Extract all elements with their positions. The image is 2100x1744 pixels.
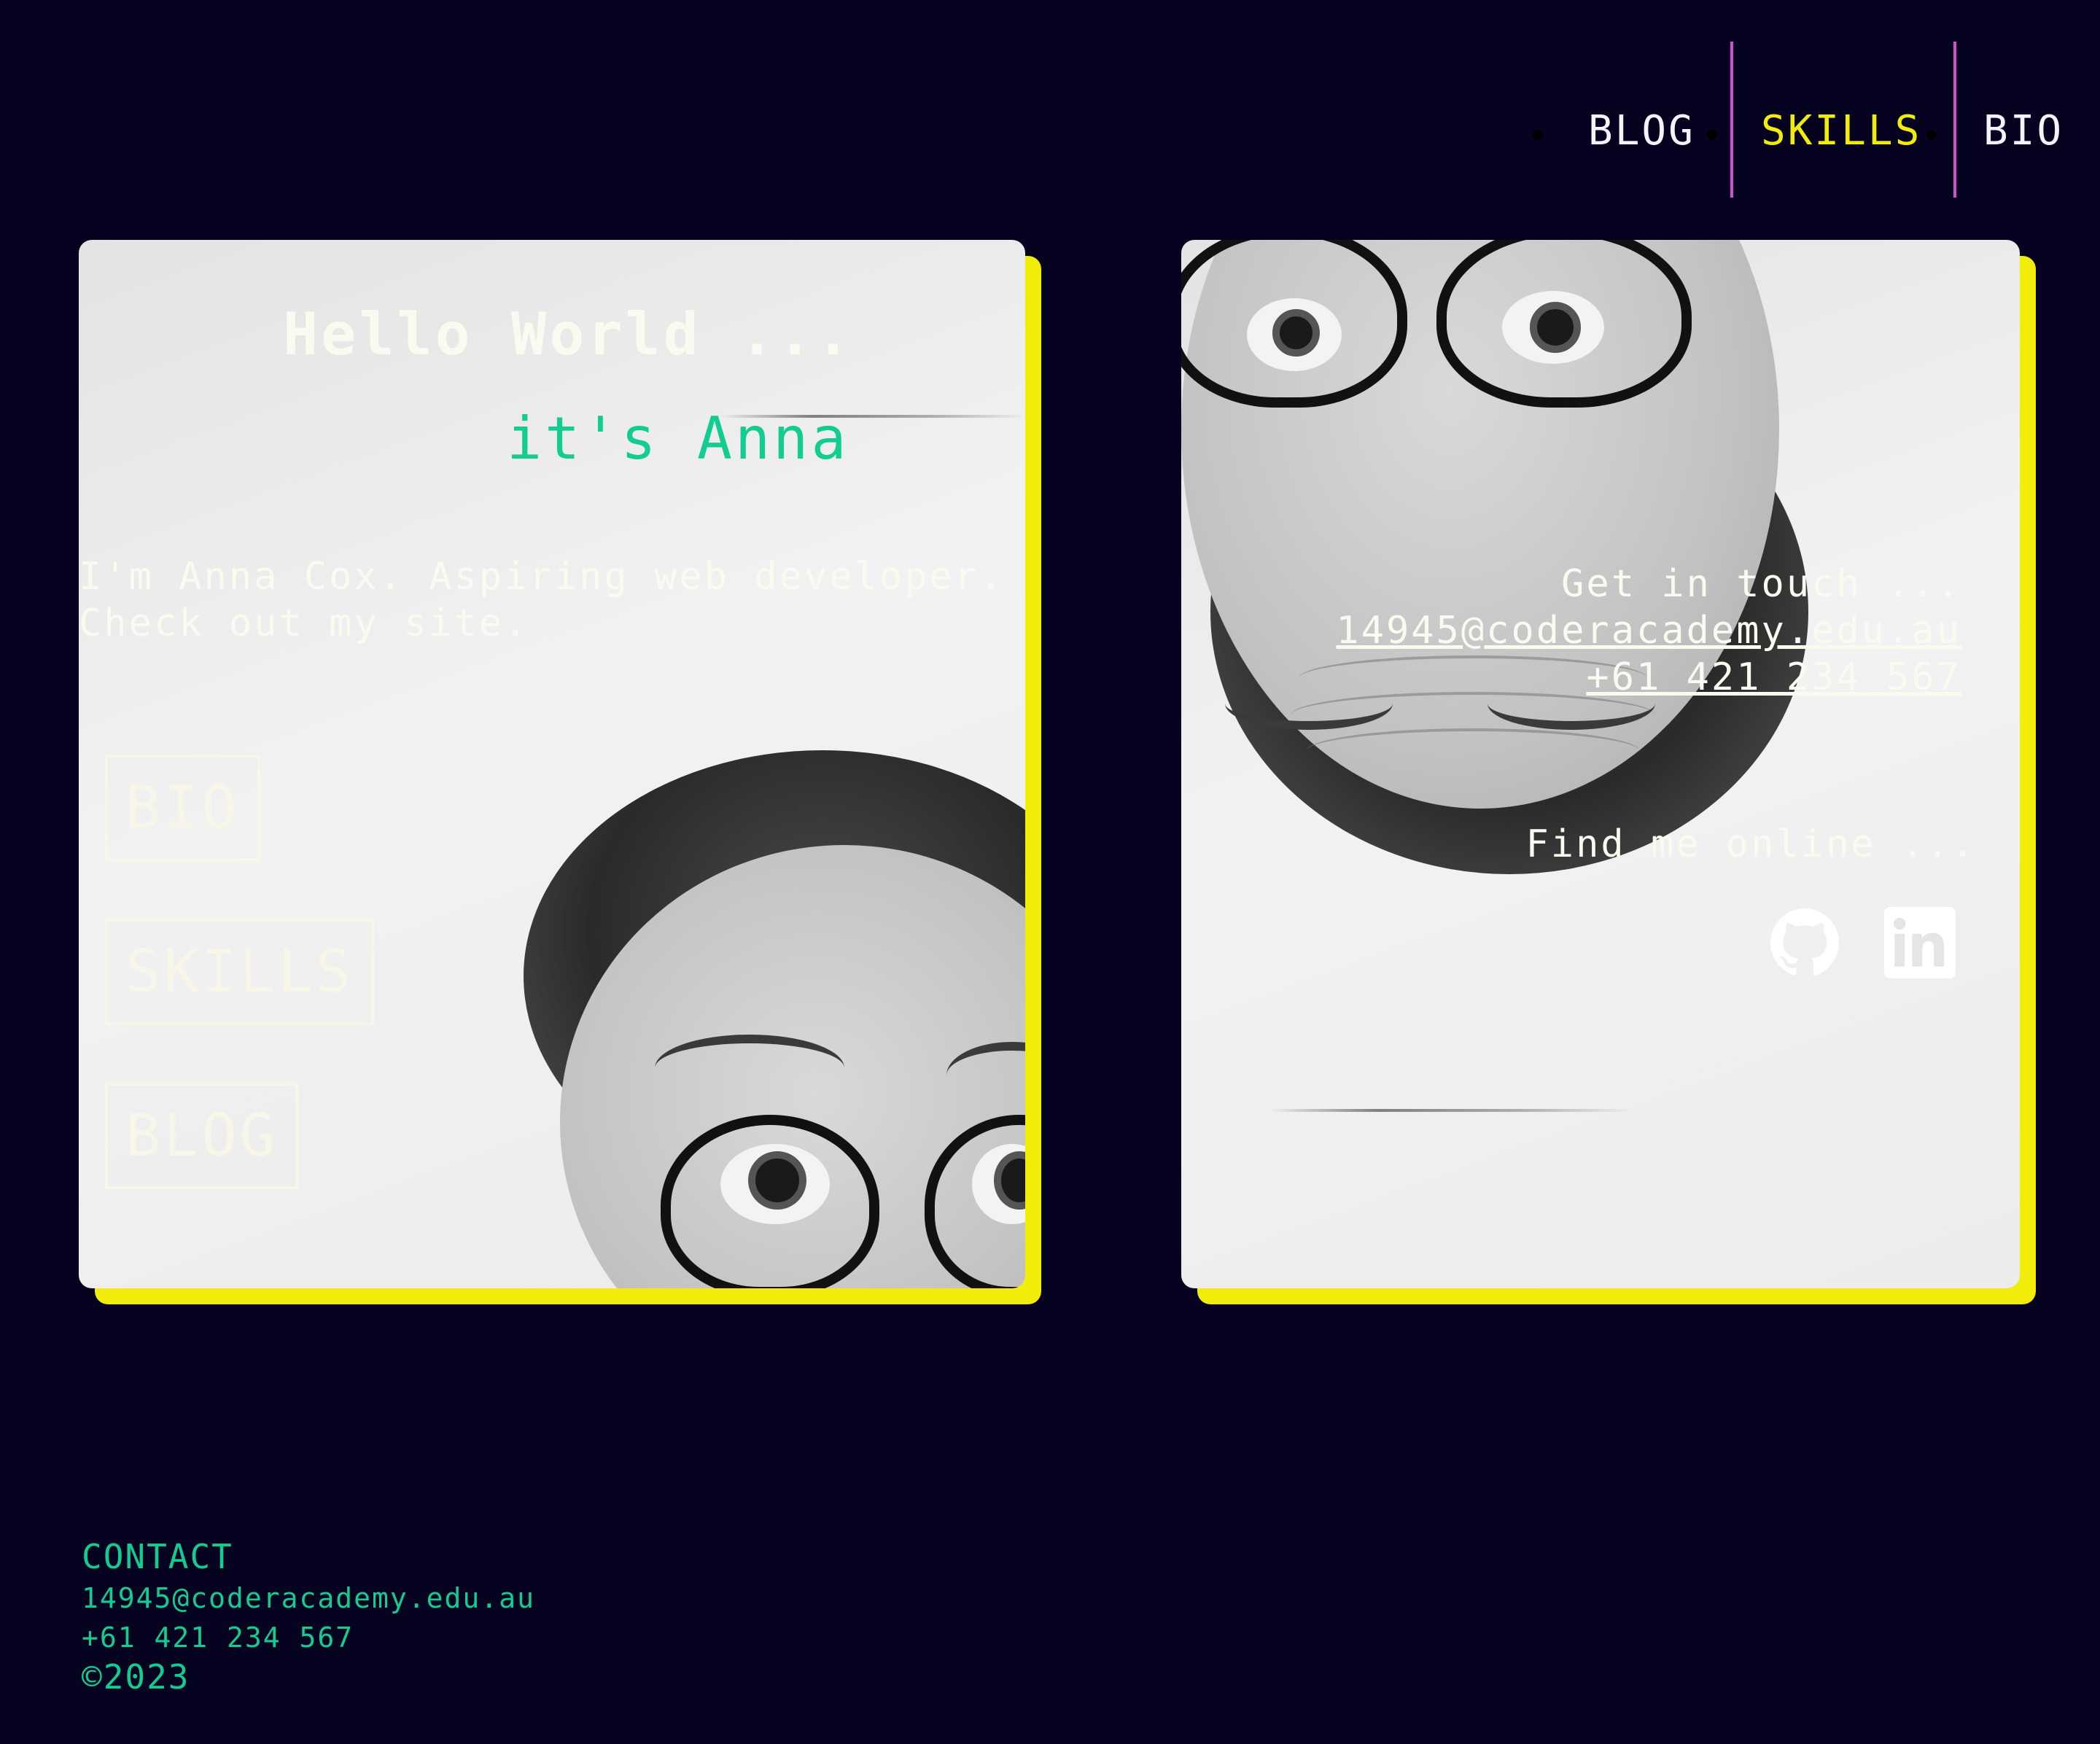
top-nav: BLOG SKILLS BIO (0, 0, 2100, 204)
footer-title: CONTACT (82, 1537, 233, 1576)
photo-pupil (748, 1151, 806, 1210)
hero-intro: I'm Anna Cox. Aspiring web developer. Ch… (79, 555, 1005, 645)
intro-card: Hello World ... it's Anna I'm Anna Cox. … (79, 240, 1041, 1304)
intro-card-body: Hello World ... it's Anna I'm Anna Cox. … (79, 240, 1025, 1288)
footer-phone-link[interactable]: +61 421 234 567 (82, 1618, 535, 1657)
contact-heading: Get in touch ... (1561, 562, 1961, 606)
hero-greeting: Hello World ... (283, 300, 854, 368)
footer-email-link[interactable]: 14945@coderacademy.edu.au (82, 1578, 535, 1618)
footer-copyright: ©2023 (82, 1657, 190, 1697)
contact-info: Get in touch ... 14945@coderacademy.edu.… (1336, 561, 1961, 701)
nav-bullet (1926, 130, 1937, 140)
nav-separator (1953, 42, 1956, 198)
contact-email-link[interactable]: 14945@coderacademy.edu.au (1336, 607, 1961, 654)
github-icon[interactable] (1769, 907, 1840, 978)
bio-button[interactable]: BIO (105, 755, 260, 861)
nav-bullet (1707, 130, 1717, 140)
photo-pupil (1272, 309, 1320, 357)
photo-brow (655, 1035, 844, 1102)
skills-button[interactable]: SKILLS (105, 919, 374, 1025)
nav-link-blog[interactable]: BLOG (1588, 109, 1695, 153)
nav-separator (1730, 42, 1733, 198)
photo-pupil (1530, 302, 1581, 353)
photo-mask-fold (1305, 728, 1641, 775)
blog-button[interactable]: BLOG (105, 1083, 298, 1189)
find-online-heading: Find me online ... (1525, 822, 1976, 866)
nav-bullet (1533, 130, 1543, 140)
linkedin-icon[interactable] (1884, 907, 1956, 978)
nav-link-bio[interactable]: BIO (1983, 109, 2064, 153)
footer: CONTACT 14945@coderacademy.edu.au +61 42… (82, 1535, 535, 1697)
nav-link-skills[interactable]: SKILLS (1761, 109, 1921, 153)
hero-name-line: it's Anna (507, 405, 849, 472)
photo-texture (1269, 1109, 1633, 1112)
contact-card-body: Get in touch ... 14945@coderacademy.edu.… (1181, 240, 2020, 1288)
contact-phone-link[interactable]: +61 421 234 567 (1336, 654, 1961, 701)
contact-card: Get in touch ... 14945@coderacademy.edu.… (1181, 240, 2036, 1304)
